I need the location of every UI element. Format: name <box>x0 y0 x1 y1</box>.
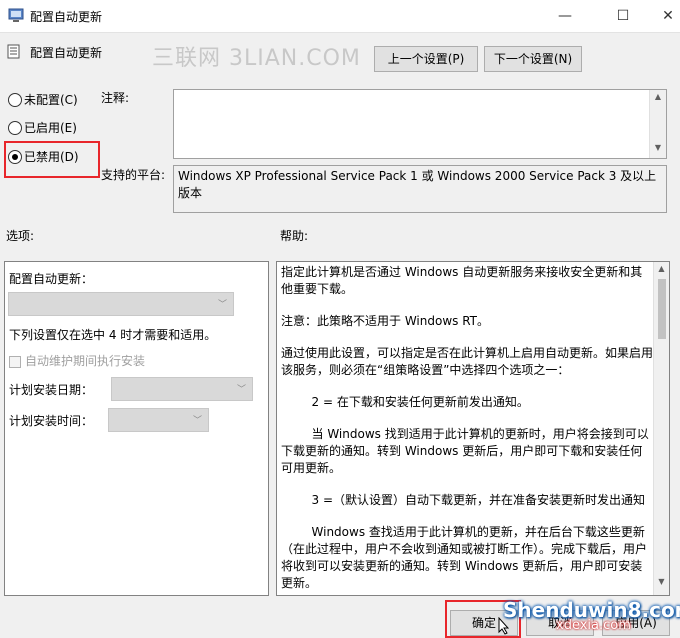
help-paragraph: 指定此计算机是否通过 Windows 自动更新服务来接收安全更新和其他重要下载。 <box>281 265 643 296</box>
comment-textarea[interactable]: ▲ ▼ <box>173 89 667 159</box>
scroll-up-icon[interactable]: ▲ <box>654 264 669 273</box>
help-paragraph: 当 Windows 找到适用于此计算机的更新时，用户将会接到可以下载更新的通知。… <box>281 427 649 475</box>
radio-not-configured[interactable]: 未配置(C) <box>8 91 78 109</box>
radio-circle-checked-icon[interactable] <box>8 149 22 164</box>
radio-label: 已禁用(D) <box>24 150 79 164</box>
help-paragraph: 注意：此策略不适用于 Windows RT。 <box>281 314 489 328</box>
checkbox-icon[interactable] <box>9 355 21 368</box>
radio-enabled[interactable]: 已启用(E) <box>8 119 77 137</box>
comment-label: 注释: <box>101 91 130 105</box>
scroll-down-icon[interactable]: ▼ <box>650 143 666 152</box>
options-panel: 配置自动更新： ﹀ 下列设置仅在选中 4 时才需要和适用。 自动维护期间执行安装… <box>4 261 269 596</box>
configure-updates-dropdown[interactable]: ﹀ <box>8 292 234 316</box>
help-paragraph: Windows 查找适用于此计算机的更新，并在后台下载这些更新（在此过程中，用户… <box>281 525 648 590</box>
chevron-down-icon: ﹀ <box>236 385 246 395</box>
previous-setting-button[interactable]: 上一个设置(P) <box>374 46 478 72</box>
help-text: 指定此计算机是否通过 Windows 自动更新服务来接收安全更新和其他重要下载。… <box>281 264 654 595</box>
auto-maintenance-checkbox[interactable]: 自动维护期间执行安装 <box>9 352 145 369</box>
radio-label: 未配置(C) <box>24 93 78 107</box>
watermark-text: 三联网 3LIAN.COM <box>152 46 361 71</box>
radio-circle-icon[interactable] <box>8 92 22 107</box>
help-paragraph: 2 = 在下载和安装任何更新前发出通知。 <box>281 395 529 409</box>
radio-circle-icon[interactable] <box>8 120 22 135</box>
help-panel: 指定此计算机是否通过 Windows 自动更新服务来接收安全更新和其他重要下载。… <box>276 261 670 596</box>
title-bar: 配置自动更新 — ☐ ✕ <box>0 0 680 33</box>
scroll-up-icon[interactable]: ▲ <box>650 92 666 101</box>
options-note: 下列设置仅在选中 4 时才需要和适用。 <box>9 328 217 342</box>
configure-updates-label: 配置自动更新： <box>9 272 94 286</box>
chevron-down-icon: ﹀ <box>217 300 227 310</box>
comment-scrollbar[interactable]: ▲ ▼ <box>649 90 666 158</box>
next-setting-button[interactable]: 下一个设置(N) <box>484 46 582 72</box>
schedule-day-label: 计划安装日期： <box>9 383 94 397</box>
schedule-time-label: 计划安装时间： <box>9 414 94 428</box>
help-paragraph: 通过使用此设置，可以指定是否在此计算机上启用自动更新。如果启用该服务，则必须在“… <box>281 346 654 377</box>
radio-disabled[interactable]: 已禁用(D) <box>8 148 79 166</box>
chevron-down-icon: ﹀ <box>192 416 202 426</box>
options-section-label: 选项: <box>6 229 35 243</box>
minimize-icon[interactable]: — <box>542 0 588 32</box>
scroll-down-icon[interactable]: ▼ <box>654 577 669 586</box>
platform-label: 支持的平台: <box>101 168 166 182</box>
checkbox-label: 自动维护期间执行安装 <box>25 354 146 368</box>
policy-setting-icon <box>7 44 20 59</box>
brand-sub-watermark: xdexia.com <box>556 618 631 633</box>
help-section-label: 帮助: <box>280 229 309 243</box>
policy-app-icon <box>8 8 24 22</box>
setting-title: 配置自动更新 <box>30 46 103 60</box>
window-title: 配置自动更新 <box>30 10 103 24</box>
scroll-thumb[interactable] <box>657 279 666 339</box>
platform-value: Windows XP Professional Service Pack 1 或… <box>173 165 667 213</box>
schedule-day-dropdown[interactable]: ﹀ <box>111 377 253 401</box>
help-scrollbar[interactable]: ▲ ▼ <box>653 262 669 595</box>
schedule-time-dropdown[interactable]: ﹀ <box>108 408 209 432</box>
maximize-icon[interactable]: ☐ <box>600 0 646 32</box>
radio-label: 已启用(E) <box>24 121 77 135</box>
close-icon[interactable]: ✕ <box>645 0 680 32</box>
help-paragraph: 3 =（默认设置）自动下载更新，并在准备安装更新时发出通知 <box>281 493 646 507</box>
